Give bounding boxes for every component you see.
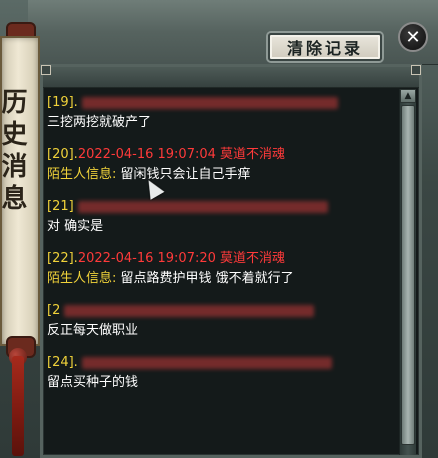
- message-index: [24].: [47, 355, 78, 370]
- sender-label: 陌生人信息:: [47, 167, 117, 182]
- message-item: [19]. 三挖两挖就破产了: [47, 93, 395, 133]
- message-item: [20].2022-04-16 19:07:04 莫道不消魂 陌生人信息: 留闲…: [47, 145, 395, 185]
- message-list[interactable]: [19]. 三挖两挖就破产了 [20].2022-04-16 19:07:04 …: [47, 93, 395, 455]
- arrow-up-icon[interactable]: ▲: [400, 89, 416, 103]
- redacted-header: [64, 304, 315, 317]
- message-item: [21] 对 确实是: [47, 197, 395, 237]
- redacted-header: [81, 96, 338, 109]
- sender-name[interactable]: 莫道不消魂: [220, 147, 285, 162]
- redacted-header: [81, 356, 332, 369]
- message-header: [2: [47, 301, 395, 321]
- message-item: [24]. 留点买种子的钱: [47, 353, 395, 393]
- message-panel: [19]. 三挖两挖就破产了 [20].2022-04-16 19:07:04 …: [40, 64, 422, 458]
- redacted-header: [77, 200, 328, 213]
- panel-header: [43, 67, 419, 88]
- sender-name[interactable]: 莫道不消魂: [220, 251, 285, 266]
- message-index: [22].: [47, 251, 78, 266]
- message-item: [22].2022-04-16 19:07:20 莫道不消魂 陌生人信息: 留点…: [47, 249, 395, 289]
- message-timestamp: 2022-04-16 19:07:04: [77, 147, 216, 162]
- message-text: 留点路费护甲钱 饿不着就行了: [120, 271, 294, 286]
- banner-title: 历史消息: [0, 88, 27, 216]
- message-text: 三挖两挖就破产了: [47, 115, 152, 130]
- message-timestamp: 2022-04-16 19:07:20: [77, 251, 216, 266]
- corner-ornament: [411, 65, 421, 75]
- message-text: 反正每天做职业: [47, 323, 139, 338]
- scroll-thumb[interactable]: [401, 105, 415, 445]
- message-text: 留闲钱只会让自己手痒: [120, 167, 251, 182]
- message-item: [2 反正每天做职业: [47, 301, 395, 341]
- message-body: 陌生人信息: 留闲钱只会让自己手痒: [47, 165, 395, 185]
- message-header: [24].: [47, 353, 395, 373]
- corner-ornament: [41, 65, 51, 75]
- window-frame: 历史消息 清除记录 ✕ [19]. 三挖两挖就破产了 [20].2022-04-…: [0, 0, 438, 458]
- message-header: [21]: [47, 197, 395, 217]
- message-text: 对 确实是: [47, 219, 104, 234]
- message-header: [22].2022-04-16 19:07:20 莫道不消魂: [47, 249, 395, 269]
- message-text: 留点买种子的钱: [47, 375, 139, 390]
- message-header: [20].2022-04-16 19:07:04 莫道不消魂: [47, 145, 395, 165]
- message-header: [19].: [47, 93, 395, 113]
- history-banner: 历史消息: [0, 36, 40, 346]
- message-index: [19].: [47, 95, 78, 110]
- message-index: [2: [47, 303, 61, 318]
- sender-label: 陌生人信息:: [47, 271, 117, 286]
- vertical-scrollbar[interactable]: ▲: [399, 89, 416, 455]
- close-icon[interactable]: ✕: [398, 22, 428, 52]
- clear-records-button[interactable]: 清除记录: [268, 33, 382, 61]
- tassel-decoration: [12, 356, 24, 456]
- message-index: [20].: [47, 147, 78, 162]
- message-body: 陌生人信息: 留点路费护甲钱 饿不着就行了: [47, 269, 395, 289]
- message-index: [21]: [47, 199, 74, 214]
